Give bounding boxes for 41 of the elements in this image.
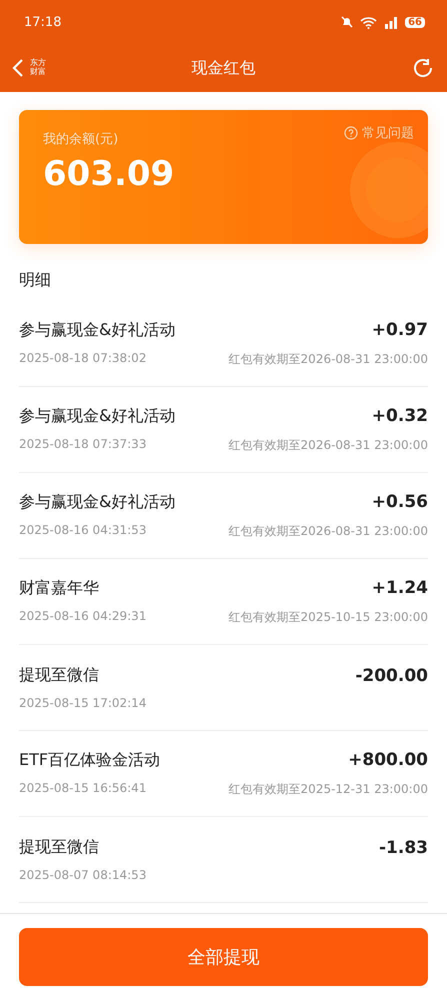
record-expiry: 红包有效期至2026-08-31 23:00:00 [228,522,428,540]
withdraw-all-button[interactable]: 全部提现 [19,928,428,986]
record-time: 2025-08-16 04:31:53 [19,522,146,538]
section-title: 明细 [18,269,52,291]
signal-icon [383,16,400,28]
record-amount: +0.97 [372,320,428,340]
record-time: 2025-08-16 04:29:31 [19,608,146,624]
back-icon[interactable] [12,58,24,78]
balance-amount: 603.09 [43,154,174,194]
record-time: 2025-08-07 08:14:53 [19,868,146,882]
record-amount: +1.24 [372,578,428,598]
wifi-icon [360,16,378,28]
battery-indicator: 66 [405,16,425,28]
record-time: 2025-08-18 07:38:02 [19,350,146,366]
record-amount: +0.32 [372,406,428,426]
record-expiry: 红包有效期至2026-08-31 23:00:00 [228,436,428,454]
record-title: 参与赢现金&好礼活动 [19,492,176,512]
record-expiry: 红包有效期至2025-10-15 23:00:00 [228,608,428,626]
record-time: 2025-08-18 07:37:33 [19,436,146,452]
record-time: 2025-08-15 17:02:14 [19,696,146,710]
mute-icon [340,15,354,29]
refresh-icon[interactable] [411,56,435,80]
status-time: 17:18 [24,14,62,30]
record-amount: +0.56 [372,492,428,512]
page-title: 现金红包 [192,58,256,78]
record-expiry: 红包有效期至2025-12-31 23:00:00 [228,780,428,798]
record-title: 提现至微信 [19,837,99,858]
record-title: 参与赢现金&好礼活动 [19,406,176,426]
record-amount: +800.00 [348,750,428,770]
record-expiry: 红包有效期至2026-08-31 23:00:00 [228,350,428,368]
record-time: 2025-08-15 16:56:41 [19,780,146,796]
faq-link[interactable]: 常见问题 [344,124,414,142]
record-title: ETF百亿体验金活动 [19,750,160,770]
brand-logo: 东方财富 [30,59,47,77]
question-icon [344,126,358,140]
balance-label: 我的余额(元) [43,131,118,148]
record-amount: -1.83 [379,838,428,858]
record-title: 财富嘉年华 [19,578,99,598]
record-title: 参与赢现金&好礼活动 [19,320,176,340]
record-amount: -200.00 [355,666,428,686]
record-title: 提现至微信 [19,665,99,686]
